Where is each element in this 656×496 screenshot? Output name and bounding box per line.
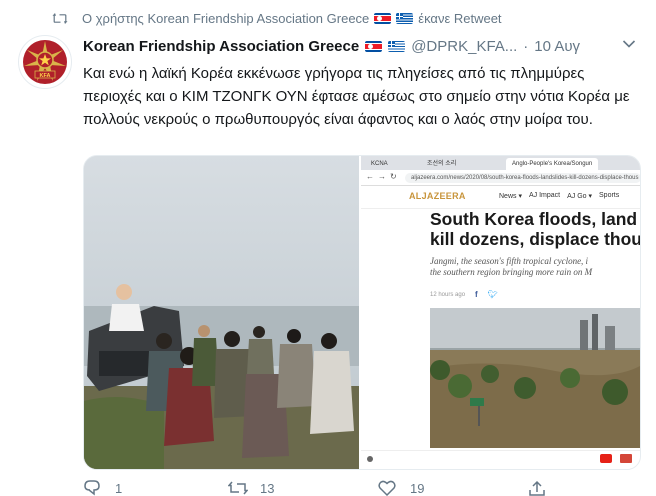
like-button[interactable]: 19 [378, 480, 424, 496]
nav-news[interactable]: News ▾ [499, 192, 522, 200]
facebook-icon[interactable]: f [475, 290, 478, 299]
author-name[interactable]: Korean Friendship Association Greece [83, 38, 359, 55]
browser-tab-bar: KCNA 조선의 소리 Anglo-People's Korea/Songun [361, 156, 640, 170]
mail-icon[interactable] [620, 454, 632, 463]
site-header: ALJAZEERA News ▾ AJ Impact AJ Go ▾ Sport… [361, 186, 640, 209]
video-bar [361, 450, 640, 469]
retweet-icon [228, 481, 248, 495]
nav-aj-impact[interactable]: AJ Impact [529, 192, 560, 200]
reply-count: 1 [115, 480, 123, 496]
svg-text:KFA: KFA [40, 73, 51, 79]
forward-arrow-icon[interactable]: → [378, 172, 386, 181]
article-headline: South Korea floods, land kill dozens, di… [430, 209, 640, 249]
greece-flag-icon [396, 13, 414, 24]
browser-tab[interactable]: Anglo-People's Korea/Songun [506, 158, 599, 170]
aljazeera-logo[interactable]: ALJAZEERA [409, 191, 466, 201]
heart-icon [378, 480, 396, 496]
url-field[interactable]: aljazeera.com/news/2020/08/south-korea-f… [405, 173, 640, 183]
like-count: 19 [410, 480, 425, 496]
retweet-button[interactable]: 13 [228, 480, 274, 496]
article-time: 12 hours ago [430, 291, 466, 298]
share-icon [529, 480, 545, 496]
nav-sports[interactable]: Sports [599, 192, 619, 200]
north-korea-flag-icon [365, 41, 383, 52]
retweet-icon [52, 12, 68, 28]
tweet-text: Και ενώ η λαϊκή Κορέα εκκένωσε γρήγορα τ… [83, 65, 630, 128]
article-summary: Jangmi, the season's fifth tropical cycl… [430, 256, 593, 277]
flood-photo [430, 308, 640, 448]
reply-icon [84, 480, 100, 496]
article-meta: 12 hours ago f 🐦︎ [430, 290, 498, 299]
retweet-count: 13 [260, 480, 275, 496]
retweet-user-link[interactable]: Ο χρήστης Korean Friendship Association … [82, 11, 369, 26]
nav-aj-go[interactable]: AJ Go ▾ [567, 192, 592, 200]
browser-address-bar: ← → ↻ aljazeera.com/news/2020/08/south-k… [361, 170, 640, 186]
kim-flood-photo[interactable] [84, 156, 359, 469]
tweet-media[interactable]: KCNA 조선의 소리 Anglo-People's Korea/Songun … [83, 155, 641, 470]
record-dot-icon [367, 456, 373, 462]
back-arrow-icon[interactable]: ← [366, 172, 374, 181]
more-options-chevron-icon[interactable] [622, 36, 636, 54]
avatar[interactable]: KFA [18, 35, 72, 89]
reload-icon[interactable]: ↻ [390, 172, 397, 181]
kfa-logo-icon: KFA [20, 37, 70, 87]
browser-tab[interactable]: 조선의 소리 [421, 158, 462, 170]
twitter-icon[interactable]: 🐦︎ [488, 290, 498, 299]
retweet-suffix: έκανε Retweet [418, 11, 502, 26]
author-handle[interactable]: @DPRK_KFA... [411, 38, 517, 55]
browser-tab[interactable]: KCNA [365, 158, 394, 170]
greece-flag-icon [388, 41, 406, 52]
header-separator: · [523, 38, 529, 55]
tweet-date[interactable]: 10 Αυγ [534, 38, 580, 55]
share-button[interactable] [528, 480, 546, 496]
retweet-context: Ο χρήστης Korean Friendship Association … [52, 11, 502, 26]
youtube-icon[interactable] [600, 454, 612, 463]
north-korea-flag-icon [374, 13, 392, 24]
aljazeera-article-screenshot[interactable]: KCNA 조선의 소리 Anglo-People's Korea/Songun … [361, 156, 640, 469]
tweet-header: Korean Friendship Association Greece @DP… [83, 38, 638, 55]
reply-button[interactable]: 1 [83, 480, 122, 496]
